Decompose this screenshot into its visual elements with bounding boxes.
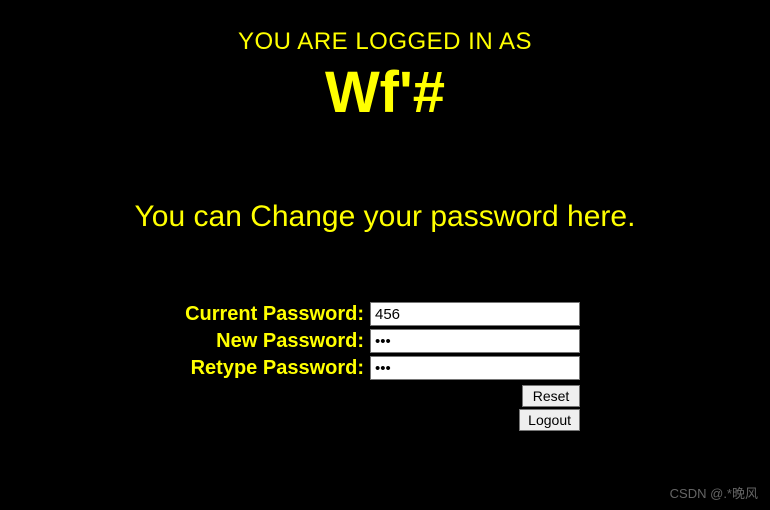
password-form: Current Password: New Password: Retype P… [0, 302, 770, 431]
logged-in-header: YOU ARE LOGGED IN AS [0, 0, 770, 56]
watermark: CSDN @.*晚风 [670, 483, 758, 502]
button-row: Reset Logout [519, 385, 580, 431]
current-password-input[interactable] [370, 302, 580, 326]
new-password-input[interactable] [370, 329, 580, 353]
new-password-label: New Password: [216, 330, 364, 353]
current-password-label: Current Password: [185, 303, 364, 326]
retype-password-label: Retype Password: [191, 357, 364, 380]
username-display: Wf'# [0, 64, 770, 122]
retype-password-row: Retype Password: [191, 356, 580, 380]
new-password-row: New Password: [216, 329, 580, 353]
current-password-row: Current Password: [185, 302, 580, 326]
logout-button[interactable]: Logout [519, 409, 580, 431]
reset-button[interactable]: Reset [522, 385, 580, 407]
retype-password-input[interactable] [370, 356, 580, 380]
change-password-subtitle: You can Change your password here. [0, 200, 770, 234]
